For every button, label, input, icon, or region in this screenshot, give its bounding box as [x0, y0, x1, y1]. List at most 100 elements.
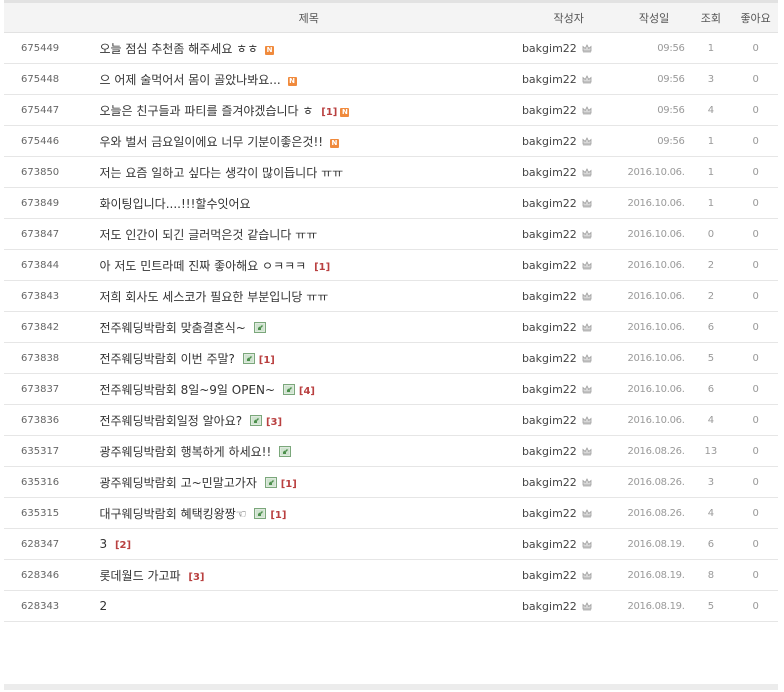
- writer-name[interactable]: bakgim22: [522, 290, 577, 303]
- post-date: 2016.10.06.: [627, 414, 685, 426]
- header-writer: 작성자: [553, 11, 584, 25]
- post-number: 628347: [21, 538, 60, 550]
- table-row: 673836 전주웨딩박람회일정 알아요? [3] bakgim22 2016.…: [4, 405, 778, 436]
- post-title-link[interactable]: 대구웨딩박람회 혜택킹왕짱☜: [99, 507, 246, 521]
- post-views: 4: [707, 104, 715, 116]
- new-badge-icon: N: [265, 45, 275, 55]
- table-row: 673837 전주웨딩박람회 8일~9일 OPEN~ [4] bakgim22 …: [4, 374, 778, 405]
- writer-name[interactable]: bakgim22: [522, 538, 577, 551]
- writer-name[interactable]: bakgim22: [522, 73, 577, 86]
- post-date: 2016.08.19.: [627, 569, 685, 581]
- image-attachment-icon: [264, 476, 277, 488]
- post-title-link[interactable]: 아 저도 민트라떼 진짜 좋아해요 ㅇㅋㅋㅋ: [99, 259, 306, 273]
- post-date: 09:56: [657, 104, 685, 116]
- post-number: 675447: [21, 104, 60, 116]
- writer-name[interactable]: bakgim22: [522, 42, 577, 55]
- image-attachment-icon: [282, 383, 295, 395]
- header-number: [4, 2, 99, 33]
- table-row: 673850 저는 요즘 일하고 싶다는 생각이 많이듭니다 ㅠㅠ bakgim…: [4, 157, 778, 188]
- post-date: 2016.08.26.: [627, 476, 685, 488]
- post-views: 6: [707, 383, 715, 395]
- post-number: 675446: [21, 135, 60, 147]
- post-title-link[interactable]: 전주웨딩박람회 이번 주말?: [99, 352, 234, 366]
- table-row: 673847 저도 인간이 되긴 글러먹은것 같습니다 ㅠㅠ bakgim22 …: [4, 219, 778, 250]
- post-title-link[interactable]: 광주웨딩박람회 행복하게 하세요!!: [99, 445, 271, 459]
- writer-name[interactable]: bakgim22: [522, 383, 577, 396]
- post-title-link[interactable]: 광주웨딩박람회 고~민말고가자: [99, 476, 256, 490]
- reply-count[interactable]: [2]: [115, 540, 131, 551]
- reply-count[interactable]: [1]: [270, 510, 286, 521]
- post-writer-cell: bakgim22: [518, 467, 620, 498]
- writer-name[interactable]: bakgim22: [522, 166, 577, 179]
- post-title-link[interactable]: 오늘은 친구들과 파티를 즐겨야겠습니다 ㅎ: [99, 104, 313, 118]
- reply-count[interactable]: [1]: [259, 355, 275, 366]
- post-likes: 0: [752, 259, 759, 271]
- post-title-link[interactable]: 우와 벌서 금요일이에요 너무 기분이좋은것!!: [99, 135, 323, 149]
- table-row: 673844 아 저도 민트라떼 진짜 좋아해요 ㅇㅋㅋㅋ [1] bakgim…: [4, 250, 778, 281]
- post-title-cell: 우와 벌서 금요일이에요 너무 기분이좋은것!! N: [99, 126, 517, 157]
- post-title-link[interactable]: 3: [99, 537, 107, 551]
- post-writer-cell: bakgim22: [518, 312, 620, 343]
- post-title-link[interactable]: 오늘 점심 추천좀 해주세요 ㅎㅎ: [99, 42, 258, 56]
- writer-name[interactable]: bakgim22: [522, 507, 577, 520]
- post-likes: 0: [752, 445, 759, 457]
- post-title-link[interactable]: 저희 회사도 세스코가 필요한 부분입니당 ㅠㅠ: [99, 290, 328, 304]
- post-number: 673836: [21, 414, 60, 426]
- post-title-cell: 광주웨딩박람회 고~민말고가자 [1]: [99, 467, 517, 498]
- writer-name[interactable]: bakgim22: [522, 476, 577, 489]
- writer-name[interactable]: bakgim22: [522, 352, 577, 365]
- new-badge-icon: N: [329, 138, 339, 148]
- image-attachment-icon: [242, 352, 255, 364]
- post-views: 6: [707, 321, 715, 333]
- post-title-link[interactable]: 전주웨딩박람회일정 알아요?: [99, 414, 242, 428]
- reply-count[interactable]: [4]: [299, 386, 315, 397]
- post-writer-cell: bakgim22: [518, 219, 620, 250]
- post-title-link[interactable]: 화이팅입니다....!!!할수잇어요: [99, 197, 250, 211]
- reply-count[interactable]: [3]: [266, 417, 282, 428]
- post-number: 635317: [21, 445, 60, 457]
- writer-name[interactable]: bakgim22: [522, 321, 577, 334]
- post-title-link[interactable]: 으 어제 술먹어서 몸이 골았나봐요...: [99, 73, 280, 87]
- post-writer-cell: bakgim22: [518, 126, 620, 157]
- crown-icon: [582, 384, 592, 393]
- post-number: 673849: [21, 197, 60, 209]
- post-title-cell: 저도 인간이 되긴 글러먹은것 같습니다 ㅠㅠ: [99, 219, 517, 250]
- post-title-cell: 아 저도 민트라떼 진짜 좋아해요 ㅇㅋㅋㅋ [1]: [99, 250, 517, 281]
- post-writer-cell: bakgim22: [518, 529, 620, 560]
- crown-icon: [582, 291, 592, 300]
- post-likes: 0: [752, 228, 759, 240]
- writer-name[interactable]: bakgim22: [522, 197, 577, 210]
- image-attachment-icon: [253, 321, 266, 333]
- post-date: 2016.10.06.: [627, 197, 685, 209]
- post-views: 4: [707, 414, 715, 426]
- post-likes: 0: [752, 414, 759, 426]
- writer-name[interactable]: bakgim22: [522, 259, 577, 272]
- post-writer-cell: bakgim22: [518, 343, 620, 374]
- table-row: 675448 으 어제 술먹어서 몸이 골았나봐요... N bakgim22 …: [4, 64, 778, 95]
- post-title-link[interactable]: 전주웨딩박람회 맞춤결혼식~: [99, 321, 245, 335]
- post-writer-cell: bakgim22: [518, 33, 620, 64]
- writer-name[interactable]: bakgim22: [522, 228, 577, 241]
- table-header: 제목 작성자 작성일 조회 좋아요: [4, 1, 778, 33]
- post-title-link[interactable]: 저도 인간이 되긴 글러먹은것 같습니다 ㅠㅠ: [99, 228, 317, 242]
- post-likes: 0: [752, 104, 759, 116]
- post-title-link[interactable]: 저는 요즘 일하고 싶다는 생각이 많이듭니다 ㅠㅠ: [99, 166, 343, 180]
- reply-count[interactable]: [1]: [281, 479, 297, 490]
- writer-name[interactable]: bakgim22: [522, 569, 577, 582]
- post-title-link[interactable]: 롯데월드 가고파: [99, 569, 180, 583]
- post-title-link[interactable]: 2: [99, 599, 107, 613]
- post-title-cell: 전주웨딩박람회 8일~9일 OPEN~ [4]: [99, 374, 517, 405]
- reply-count[interactable]: [1]: [321, 107, 337, 118]
- table-row: 635315 대구웨딩박람회 혜택킹왕짱☜ [1] bakgim22 2016.…: [4, 498, 778, 529]
- writer-name[interactable]: bakgim22: [522, 104, 577, 117]
- reply-count[interactable]: [1]: [314, 262, 330, 273]
- writer-name[interactable]: bakgim22: [522, 135, 577, 148]
- writer-name[interactable]: bakgim22: [522, 600, 577, 613]
- post-views: 2: [707, 259, 715, 271]
- writer-name[interactable]: bakgim22: [522, 414, 577, 427]
- writer-name[interactable]: bakgim22: [522, 445, 577, 458]
- post-title-link[interactable]: 전주웨딩박람회 8일~9일 OPEN~: [99, 383, 275, 397]
- reply-count[interactable]: [3]: [188, 572, 204, 583]
- table-row: 628343 2 bakgim22 2016.08.19. 5 0: [4, 591, 778, 622]
- post-title-cell: 전주웨딩박람회 이번 주말? [1]: [99, 343, 517, 374]
